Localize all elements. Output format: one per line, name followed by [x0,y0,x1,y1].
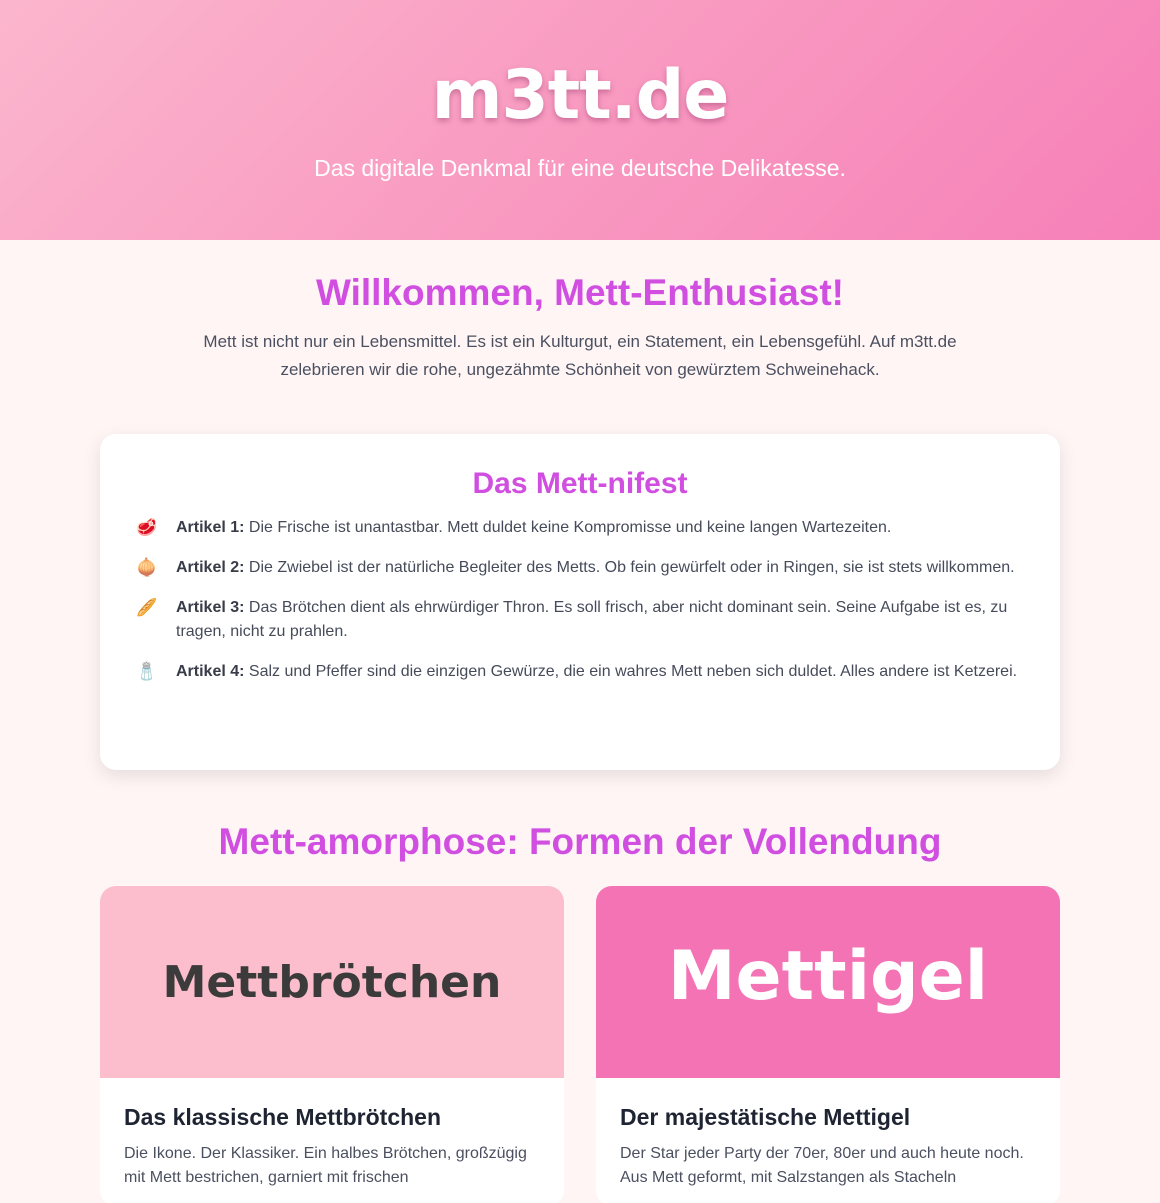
bread-icon: 🥖 [136,598,158,617]
intro-title: Willkommen, Mett-Enthusiast! [316,272,844,313]
article-body: Salz und Pfeffer sind die einzigen Gewür… [248,663,1018,680]
article-label: Artikel 2: [176,559,245,576]
article-text: Artikel 1: Die Frische ist unantastbar. … [176,516,1026,540]
card-title: Der majestätische Mettigel [620,1104,911,1130]
intro-section: Willkommen, Mett-Enthusiast! Mett ist ni… [0,240,1160,384]
article-body: Die Zwiebel ist der natürliche Begleiter… [248,559,1015,576]
meat-icon: 🥩 [136,518,158,537]
forms-grid: Mettbrötchen Das klassische Mettbrötchen… [100,886,1060,1203]
article-label: Artikel 3: [176,599,245,616]
intro-text: Mett ist nicht nur ein Lebensmittel. Es … [203,332,957,379]
form-card-mettigel: Mettigel Der majestätische Mettigel Der … [596,886,1060,1203]
manifest-title: Das Mett-nifest [472,467,688,500]
manifest-card: Das Mett-nifest 🥩 Artikel 1: Die Frische… [100,434,1060,770]
manifest-article-1: 🥩 Artikel 1: Die Frische ist unantastbar… [134,516,1026,540]
manifest-list: 🥩 Artikel 1: Die Frische ist unantastbar… [134,516,1026,684]
salt-icon: 🧂 [136,662,158,681]
article-body: Die Frische ist unantastbar. Mett duldet… [248,519,892,536]
manifest-wrapper: Das Mett-nifest 🥩 Artikel 1: Die Frische… [100,434,1060,770]
hero-header: m3tt.de Das digitale Denkmal für eine de… [0,0,1160,240]
article-label: Artikel 1: [176,519,245,536]
card-title: Das klassische Mettbrötchen [124,1104,442,1130]
article-label: Artikel 4: [176,663,245,680]
site-title: m3tt.de [431,56,730,135]
card-banner: Mettigel [596,886,1060,1078]
manifest-article-4: 🧂 Artikel 4: Salz und Pfeffer sind die e… [134,660,1026,684]
site-subtitle: Das digitale Denkmal für eine deutsche D… [314,155,846,181]
article-text: Artikel 2: Die Zwiebel ist der natürlich… [176,556,1026,580]
article-text: Artikel 3: Das Brötchen dient als ehrwür… [176,596,1026,644]
card-body: Das klassische Mettbrötchen Die Ikone. D… [100,1078,564,1190]
card-text: Der Star jeder Party der 70er, 80er und … [620,1145,1024,1186]
manifest-article-3: 🥖 Artikel 3: Das Brötchen dient als ehrw… [134,596,1026,644]
forms-section-title: Mett-amorphose: Formen der Vollendung [218,821,942,862]
form-card-mettbroetchen: Mettbrötchen Das klassische Mettbrötchen… [100,886,564,1203]
article-body: Das Brötchen dient als ehrwürdiger Thron… [176,599,1008,640]
card-text: Die Ikone. Der Klassiker. Ein halbes Brö… [124,1145,527,1186]
article-text: Artikel 4: Salz und Pfeffer sind die ein… [176,660,1026,684]
card-banner: Mettbrötchen [100,886,564,1078]
card-body: Der majestätische Mettigel Der Star jede… [596,1078,1060,1190]
onion-icon: 🧅 [136,558,158,577]
manifest-article-2: 🧅 Artikel 2: Die Zwiebel ist der natürli… [134,556,1026,580]
